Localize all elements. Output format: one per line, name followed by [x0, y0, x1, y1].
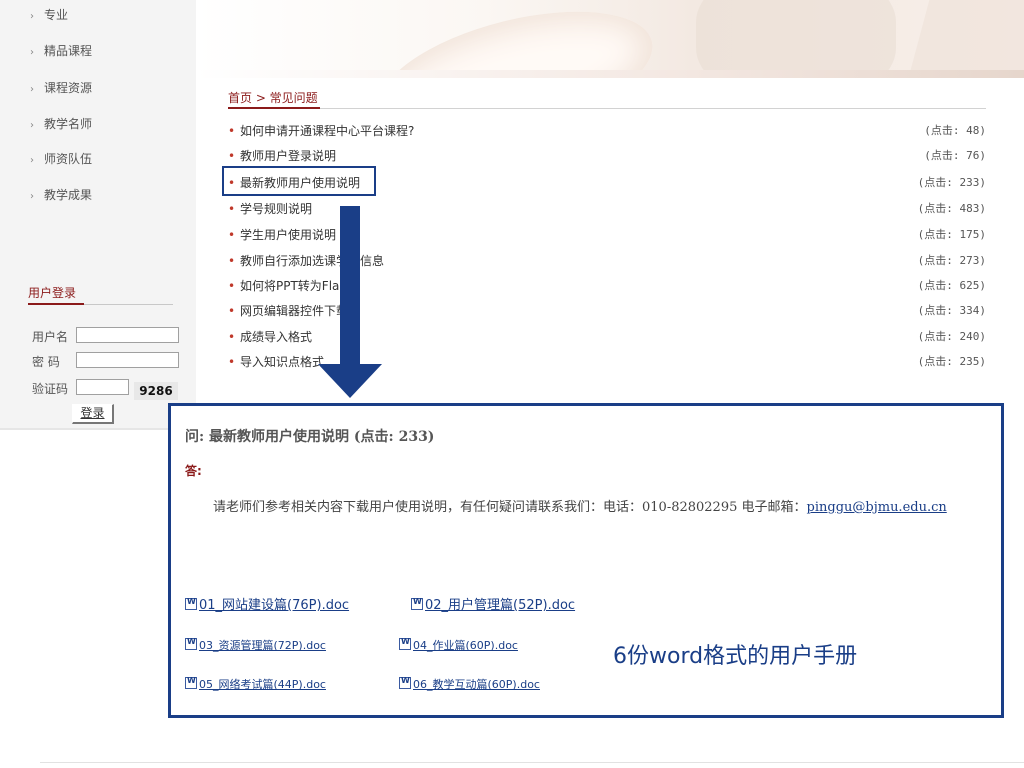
breadcrumb-divider: [228, 108, 986, 109]
login-button[interactable]: 登录: [72, 404, 114, 424]
chevron-right-icon: ›: [30, 47, 34, 58]
sidebar-item-label: 专业: [44, 8, 69, 22]
username-label: 用户名: [32, 330, 69, 344]
sidebar-item-label: 教学名师: [44, 117, 93, 131]
bullet-icon: •: [228, 149, 236, 163]
faq-click-count: (点击: 235): [917, 355, 986, 368]
sidebar-item-label: 师资队伍: [44, 152, 93, 166]
faq-question[interactable]: 导入知识点格式: [240, 353, 324, 370]
faq-click-count: (点击: 48): [924, 124, 986, 137]
sidebar-item-label: 精品课程: [44, 44, 93, 58]
doc-link-label: 01_网站建设篇(76P).doc: [199, 598, 350, 613]
word-doc-icon: [399, 676, 411, 689]
breadcrumb-divider-accent: [228, 107, 320, 109]
faq-click-count: (点击: 334): [917, 304, 986, 317]
chevron-right-icon: ›: [30, 155, 34, 166]
doc-link-label: 03_资源管理篇(72P).doc: [199, 639, 326, 652]
sidebar-divider: [0, 428, 196, 430]
popup-answer-label: 答:: [185, 464, 202, 478]
down-arrow-icon: [340, 206, 360, 366]
sidebar-item-label: 教学成果: [44, 188, 93, 202]
popup-question: 问: 最新教师用户使用说明 (点击: 233): [185, 429, 435, 445]
popup-answer-body: 请老师们参考相关内容下载用户使用说明，有任何疑问请联系我们：电话：010-828…: [185, 498, 985, 518]
banner-decoration: [366, 0, 666, 78]
sidebar-item-major[interactable]: › 专业: [30, 6, 68, 26]
footer-divider: [40, 762, 1024, 763]
word-doc-icon: [185, 637, 197, 650]
faq-click-count: (点击: 625): [917, 279, 986, 292]
doc-download-link[interactable]: 05_网络考试篇(44P).doc: [185, 676, 326, 692]
login-title: 用户登录: [28, 286, 77, 300]
popup-answer-text: 请老师们参考相关内容下载用户使用说明，有任何疑问请联系我们：电话：010-828…: [213, 500, 807, 515]
doc-link-label: 04_作业篇(60P).doc: [413, 639, 518, 652]
highlight-box: [222, 166, 376, 196]
faq-question[interactable]: 网页编辑器控件下载: [240, 302, 348, 319]
doc-download-link[interactable]: 06_教学互动篇(60P).doc: [399, 676, 540, 692]
faq-click-count: (点击: 76): [924, 149, 986, 162]
faq-question[interactable]: 成绩导入格式: [240, 328, 312, 345]
captcha-input[interactable]: [76, 379, 129, 395]
annotation-text: 6份word格式的用户手册: [613, 644, 858, 669]
bullet-icon: •: [228, 124, 236, 138]
faq-click-count: (点击: 175): [917, 228, 986, 241]
chevron-right-icon: ›: [30, 11, 34, 22]
sidebar-item-course-resources[interactable]: › 课程资源: [30, 79, 92, 99]
faq-question[interactable]: 学生用户使用说明: [240, 226, 336, 243]
faq-item[interactable]: • 如何申请开通课程中心平台课程? (点击: 48): [228, 122, 986, 140]
sidebar-item-featured-courses[interactable]: › 精品课程: [30, 42, 92, 62]
word-doc-icon: [185, 597, 197, 610]
banner-band: [196, 70, 1024, 78]
doc-download-link[interactable]: 03_资源管理篇(72P).doc: [185, 637, 326, 653]
bullet-icon: •: [228, 202, 236, 216]
sidebar-item-famous-teachers[interactable]: › 教学名师: [30, 115, 92, 135]
doc-download-link[interactable]: 01_网站建设篇(76P).doc: [185, 594, 349, 613]
sidebar: › 专业 › 精品课程 › 课程资源 › 教学名师 › 师资队伍 › 教学成果 用户登录 用…: [0, 0, 196, 430]
faq-answer-popup: 问: 最新教师用户使用说明 (点击: 233) 答: 请老师们参考相关内容下载用…: [168, 403, 1004, 718]
faq-click-count: (点击: 273): [917, 254, 986, 267]
doc-download-link[interactable]: 04_作业篇(60P).doc: [399, 637, 518, 653]
bullet-icon: •: [228, 279, 236, 293]
doc-download-link[interactable]: 02_用户管理篇(52P).doc: [411, 594, 575, 613]
faq-question[interactable]: 如何将PPT转为Flash: [240, 277, 353, 294]
faq-item[interactable]: • 教师用户登录说明 (点击: 76): [228, 147, 986, 165]
word-doc-icon: [399, 637, 411, 650]
bullet-icon: •: [228, 228, 236, 242]
chevron-right-icon: ›: [30, 84, 34, 95]
sidebar-item-faculty[interactable]: › 师资队伍: [30, 150, 92, 170]
password-label: 密 码: [32, 355, 60, 369]
breadcrumb[interactable]: 首页 > 常见问题: [228, 89, 318, 106]
sidebar-item-label: 课程资源: [44, 81, 93, 95]
username-input[interactable]: [76, 327, 179, 343]
faq-question[interactable]: 教师自行添加选课学生信息: [240, 252, 384, 269]
doc-link-label: 02_用户管理篇(52P).doc: [425, 598, 576, 613]
chevron-right-icon: ›: [30, 120, 34, 131]
bullet-icon: •: [228, 304, 236, 318]
arrow-head-icon: [318, 364, 382, 398]
faq-question[interactable]: 如何申请开通课程中心平台课程?: [240, 122, 414, 139]
captcha-image: 9286: [134, 382, 178, 400]
chevron-right-icon: ›: [30, 191, 34, 202]
faq-click-count: (点击: 240): [917, 330, 986, 343]
header-banner: [196, 0, 1024, 78]
login-divider-accent: [28, 303, 84, 305]
faq-click-count: (点击: 233): [917, 176, 986, 189]
word-doc-icon: [185, 676, 197, 689]
faq-click-count: (点击: 483): [917, 202, 986, 215]
contact-email-link[interactable]: pinggu@bjmu.edu.cn: [807, 500, 947, 515]
bullet-icon: •: [228, 254, 236, 268]
bullet-icon: •: [228, 355, 236, 369]
word-doc-icon: [411, 597, 423, 610]
sidebar-item-achievements[interactable]: › 教学成果: [30, 186, 92, 206]
bullet-icon: •: [228, 330, 236, 344]
faq-question[interactable]: 学号规则说明: [240, 200, 312, 217]
doc-link-label: 05_网络考试篇(44P).doc: [199, 678, 326, 691]
banner-decoration: [897, 0, 1024, 78]
faq-question[interactable]: 教师用户登录说明: [240, 147, 336, 164]
password-input[interactable]: [76, 352, 179, 368]
captcha-label: 验证码: [32, 382, 69, 396]
banner-decoration: [696, 0, 896, 78]
doc-link-label: 06_教学互动篇(60P).doc: [413, 678, 540, 691]
